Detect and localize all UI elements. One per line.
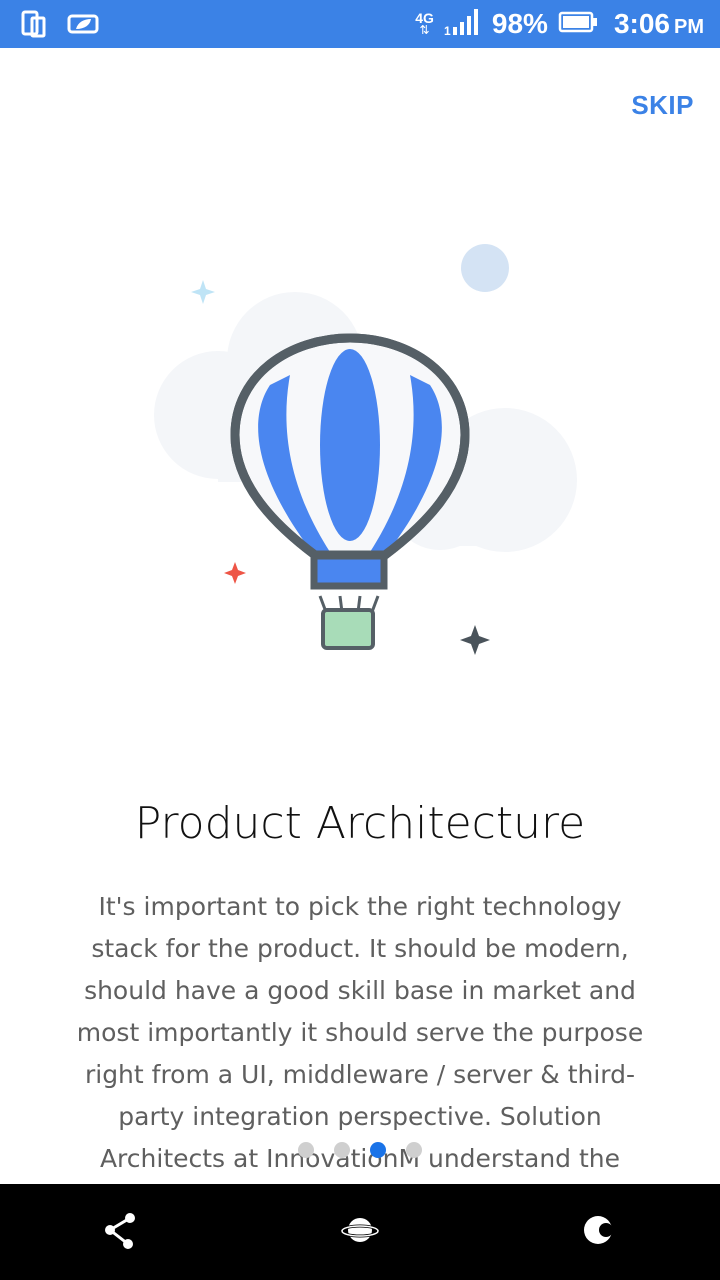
status-bar: 4G ⇅ 1 98% 3:06 PM [0,0,720,48]
page-dot-4[interactable] [406,1142,422,1158]
planet-nav-button[interactable] [320,1192,400,1272]
dual-screen-icon [20,10,48,43]
page-dot-3-active[interactable] [370,1142,386,1158]
description-container: It's important to pick the right technol… [0,880,720,1184]
battery-saver-icon [66,12,100,41]
navigation-bar [0,1184,720,1280]
signal-icon: 1 [444,7,482,42]
share-icon [100,1210,140,1255]
battery-icon [558,11,598,38]
battery-percent: 98% [491,8,548,39]
moon-icon [580,1210,620,1255]
hot-air-balloon-illustration [140,230,580,670]
planet-icon [340,1210,380,1255]
clock: 3:06 PM [613,8,704,39]
page-dot-2[interactable] [334,1142,350,1158]
description-text: It's important to pick the right technol… [76,892,644,1173]
network-type: 4G ⇅ [415,10,434,37]
skip-button[interactable]: SKIP [631,90,694,121]
share-nav-button[interactable] [80,1192,160,1272]
balloon [230,333,470,650]
page-indicator [0,1142,720,1158]
page-dot-1[interactable] [298,1142,314,1158]
page-title: Product Architecture [134,798,586,849]
moon-nav-button[interactable] [560,1192,640,1272]
svg-text:1: 1 [444,24,451,37]
